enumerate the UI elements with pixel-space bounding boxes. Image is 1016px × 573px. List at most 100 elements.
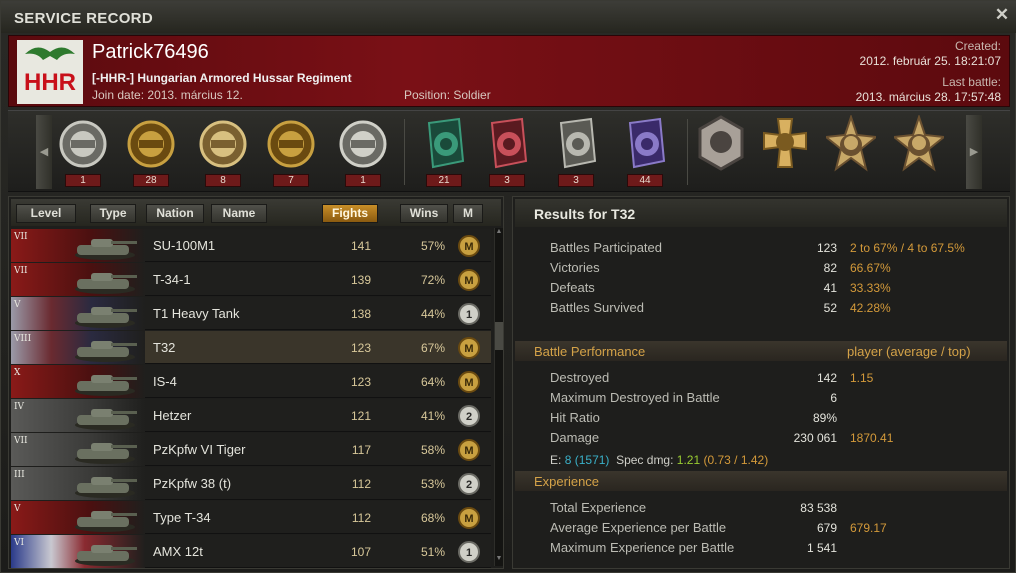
tank-icon — [75, 239, 137, 260]
svg-text:M: M — [464, 445, 473, 457]
vehicle-row[interactable]: V T1 Heavy Tank 138 44% 1 — [11, 297, 491, 330]
tank-name: Type T-34 — [153, 510, 211, 525]
star-medal-icon[interactable] — [822, 115, 880, 185]
vehicle-row[interactable]: III PzKpfw 38 (t) 112 53% 2 — [11, 467, 491, 500]
invader-medal-icon-graphic — [199, 120, 247, 168]
win-rate: 58% — [420, 443, 445, 457]
efficiency-value: 8 — [564, 453, 572, 467]
star-medal-icon-2[interactable] — [890, 115, 948, 185]
title-bar: SERVICE RECORD ✕ — [1, 1, 1016, 33]
join-date: 2013. március 12. — [147, 88, 243, 102]
position-label: Position: — [404, 88, 451, 102]
battle-performance-header: Battle Performance player (average / top… — [515, 341, 1007, 361]
tank-name: IS-4 — [153, 374, 177, 389]
general-stat-value: 82 — [823, 261, 837, 275]
tank-name: T32 — [153, 340, 176, 355]
tank-icon — [75, 545, 137, 566]
experience-stat-value: 1 541 — [806, 541, 837, 555]
brothers-in-arms-medal-icon[interactable]: 44 — [616, 115, 674, 187]
tier-label: VII — [14, 232, 28, 242]
patrol-duty-medal-icon[interactable]: 3 — [478, 115, 536, 187]
win-rate: 53% — [420, 477, 445, 491]
mastery-badge-icon: M — [458, 439, 480, 461]
vehicle-row[interactable]: VIII T32 123 67% M — [11, 331, 491, 364]
scroll-up-icon[interactable]: ▲ — [495, 228, 503, 238]
defender-medal-icon-graphic — [267, 120, 315, 168]
medal-count: 1 — [65, 174, 101, 187]
experience-stat-value: 679 — [816, 521, 837, 535]
vehicle-list-scrollbar[interactable]: ▲ ▼ — [494, 228, 503, 566]
star-medal-icon-graphic — [826, 115, 876, 172]
sort-level-button[interactable]: Level — [16, 204, 76, 223]
results-title: Results for T32 — [534, 206, 636, 222]
experience-title: Experience — [534, 474, 600, 489]
general-stat-value: 41 — [823, 281, 837, 295]
medal-count: 7 — [273, 174, 309, 187]
tier-label: VII — [14, 436, 28, 446]
scroll-thumb[interactable] — [495, 322, 503, 350]
confederate-medal-icon[interactable]: 3 — [547, 115, 605, 187]
position: Soldier — [453, 88, 491, 102]
top-gun-medal-icon[interactable]: 1 — [54, 115, 112, 187]
vehicle-row[interactable]: VII PzKpfw VI Tiger 117 58% M — [11, 433, 491, 466]
cross-medal-icon[interactable] — [756, 115, 814, 185]
vehicle-row[interactable]: V Type T-34 112 68% M — [11, 501, 491, 534]
performance-stat-value: 89% — [812, 411, 837, 425]
sort-nation-button[interactable]: Nation — [146, 204, 204, 223]
sort-name-button[interactable]: Name — [211, 204, 267, 223]
medals-next-button[interactable]: ▶ — [966, 115, 982, 189]
sort-fights-button[interactable]: Fights — [322, 204, 378, 223]
confederate-medal-icon-graphic — [559, 117, 597, 169]
tank-icon — [75, 341, 137, 362]
mastery-badge-icon: 2 — [458, 473, 480, 495]
clan-tag: [-HHR-] — [92, 71, 134, 85]
vehicle-row[interactable]: IV Hetzer 121 41% 2 — [11, 399, 491, 432]
mastery-badge-icon: M — [458, 371, 480, 393]
general-stat-extra: 2 to 67% / 4 to 67.5% — [850, 241, 965, 255]
win-rate: 57% — [420, 239, 445, 253]
medals-prev-button[interactable]: ◀ — [36, 115, 52, 189]
win-rate: 41% — [420, 409, 445, 423]
efficiency-raw: (1571) — [574, 453, 610, 467]
vehicle-row[interactable]: VI AMX 12t 107 51% 1 — [11, 535, 491, 568]
clan-line: [-HHR-] Hungarian Armored Hussar Regimen… — [92, 71, 352, 85]
win-rate: 68% — [420, 511, 445, 525]
patrol-duty-medal-icon-graphic — [490, 117, 528, 169]
svg-text:2: 2 — [466, 411, 472, 423]
sort-mastery-button[interactable]: M — [453, 204, 483, 223]
results-panel: Results for T32 Battles Participated 123 2… — [512, 196, 1010, 569]
sniper-medal-icon[interactable]: 28 — [122, 115, 180, 187]
fights-count: 117 — [351, 443, 371, 457]
efficiency-line: E: 8 (1571) Spec dmg: 1.21 (0.73 / 1.42) — [550, 453, 768, 467]
experience-stat-label: Maximum Experience per Battle — [550, 540, 735, 555]
experience-stat-value: 83 538 — [800, 501, 837, 515]
win-rate: 67% — [420, 341, 445, 355]
sort-wins-button[interactable]: Wins — [400, 204, 448, 223]
vehicle-row[interactable]: VII SU-100M1 141 57% M — [11, 229, 491, 262]
performance-stat-value: 142 — [816, 371, 837, 385]
tank-icon — [75, 511, 137, 532]
tank-name: T1 Heavy Tank — [153, 306, 240, 321]
experience-stat-extra: 679.17 — [850, 521, 887, 535]
close-icon[interactable]: ✕ — [993, 6, 1011, 24]
tier-label: V — [14, 300, 21, 310]
vehicle-row[interactable]: X IS-4 123 64% M — [11, 365, 491, 398]
sort-type-button[interactable]: Type — [90, 204, 136, 223]
tank-name: Hetzer — [153, 408, 192, 423]
steel-wall-medal-icon[interactable]: 1 — [334, 115, 392, 187]
last-battle-label: Last battle: — [942, 75, 1001, 89]
vehicle-row[interactable]: VII T-34-1 139 72% M — [11, 263, 491, 296]
invader-medal-icon[interactable]: 8 — [194, 115, 252, 187]
tank-name: SU-100M1 — [153, 238, 216, 253]
scout-medal-icon[interactable]: 21 — [415, 115, 473, 187]
win-rate: 51% — [420, 545, 445, 559]
tank-name: PzKpfw 38 (t) — [153, 476, 232, 491]
mastery-badge-icon: M — [458, 269, 480, 291]
defender-medal-icon[interactable]: 7 — [262, 115, 320, 187]
vehicle-list-panel: Level Type Nation Name Fights Wins M VII… — [8, 196, 504, 569]
scroll-down-icon[interactable]: ▼ — [495, 555, 503, 565]
hero-medal-icon[interactable] — [692, 115, 750, 185]
tier-label: III — [14, 470, 25, 480]
win-rate: 44% — [420, 307, 445, 321]
service-record-window: SERVICE RECORD ✕ HHR Patrick76496 [-HHR-… — [0, 0, 1016, 573]
